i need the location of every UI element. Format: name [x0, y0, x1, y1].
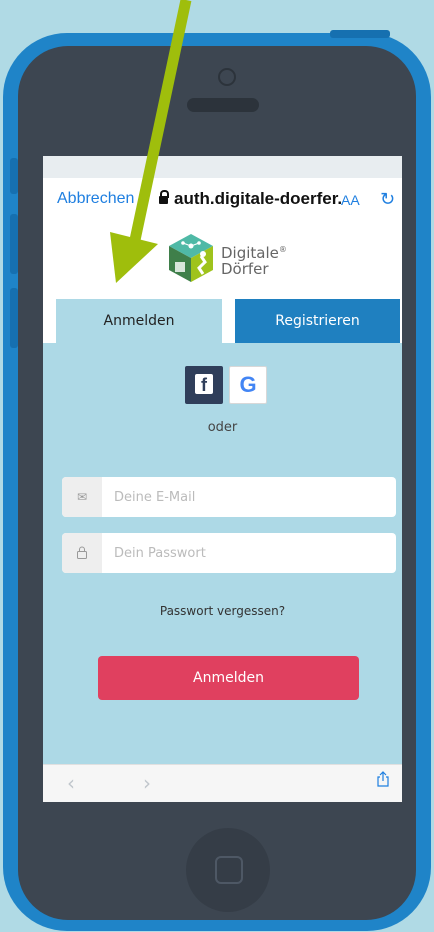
- web-page: Digitale® Dörfer Anmelden Registrieren f…: [43, 224, 402, 764]
- volume-down-button: [10, 288, 18, 348]
- browser-navbar: Abbrechen auth.digitale-doerfer.de AA ↻: [43, 178, 402, 224]
- mute-switch: [10, 158, 18, 194]
- front-camera: [218, 68, 236, 86]
- tab-register[interactable]: Registrieren: [235, 299, 400, 343]
- tab-login[interactable]: Anmelden: [56, 299, 222, 343]
- digitale-doerfer-logo: Digitale® Dörfer: [163, 230, 303, 286]
- password-field[interactable]: [62, 533, 396, 573]
- lock-icon: [159, 190, 169, 204]
- registered-mark: ®: [278, 245, 287, 254]
- login-button[interactable]: Anmelden: [98, 656, 359, 700]
- home-square-icon: [215, 856, 243, 884]
- login-panel: f G oder ✉ Passwort vergessen?: [43, 343, 402, 764]
- facebook-icon: f: [195, 374, 213, 395]
- address-bar[interactable]: auth.digitale-doerfer.de: [159, 189, 341, 209]
- forward-button[interactable]: ›: [143, 771, 151, 795]
- share-icon[interactable]: [376, 771, 390, 787]
- phone-screen: Abbrechen auth.digitale-doerfer.de AA ↻: [43, 156, 402, 802]
- power-button: [330, 30, 390, 38]
- google-icon: G: [239, 372, 257, 397]
- email-input[interactable]: [114, 477, 384, 517]
- google-login-button[interactable]: G: [229, 366, 267, 404]
- back-button[interactable]: ‹: [67, 771, 75, 795]
- logo-cube-icon: [169, 234, 213, 282]
- facebook-login-button[interactable]: f: [185, 366, 223, 404]
- cancel-button[interactable]: Abbrechen: [57, 190, 149, 208]
- or-divider: oder: [207, 420, 238, 435]
- reload-icon[interactable]: ↻: [380, 189, 395, 210]
- browser-toolbar: ‹ ›: [43, 764, 402, 802]
- forgot-password-link[interactable]: Passwort vergessen?: [43, 604, 402, 618]
- volume-up-button: [10, 214, 18, 274]
- text-size-button[interactable]: AA: [341, 192, 360, 208]
- logo-text: Digitale® Dörfer: [221, 242, 287, 277]
- earpiece-speaker: [187, 98, 259, 112]
- url-text: auth.digitale-doerfer.de: [174, 189, 341, 208]
- logo-line2: Dörfer: [221, 260, 269, 278]
- home-button[interactable]: [186, 828, 270, 912]
- email-field[interactable]: ✉: [62, 477, 396, 517]
- envelope-icon: ✉: [62, 477, 102, 517]
- status-bar: [43, 156, 402, 178]
- lock-icon: [62, 533, 102, 573]
- password-input[interactable]: [114, 533, 384, 573]
